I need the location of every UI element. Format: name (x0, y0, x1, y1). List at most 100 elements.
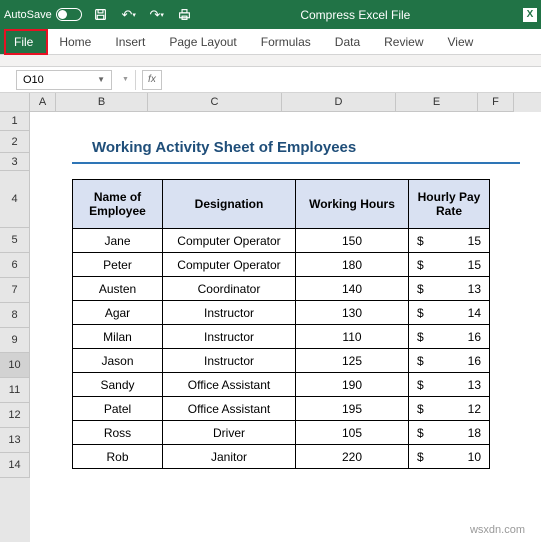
cell-designation[interactable]: Instructor (163, 301, 296, 325)
file-tab[interactable]: File (0, 29, 47, 54)
col-header-b[interactable]: B (56, 93, 148, 112)
name-box[interactable]: O10 ▼ (16, 70, 112, 90)
undo-icon[interactable]: ↶▾ (120, 6, 138, 24)
cell-designation[interactable]: Janitor (163, 445, 296, 469)
dropdown-icon[interactable]: ▼ (97, 75, 105, 84)
select-all-corner[interactable] (0, 93, 30, 112)
table-row[interactable]: AgarInstructor130$14 (73, 301, 490, 325)
row-header[interactable]: 13 (0, 428, 30, 453)
col-header-e[interactable]: E (396, 93, 478, 112)
fx-icon[interactable]: fx (142, 70, 162, 90)
quick-access-toolbar: ↶▾ ↷▾ (92, 6, 194, 24)
table-row[interactable]: JasonInstructor125$16 (73, 349, 490, 373)
row-header[interactable]: 1 (0, 112, 30, 131)
row-header[interactable]: 4 (0, 171, 30, 228)
th-rate: Hourly Pay Rate (409, 180, 490, 229)
cell-name[interactable]: Jane (73, 229, 163, 253)
table-row[interactable]: AustenCoordinator140$13 (73, 277, 490, 301)
table-row[interactable]: RossDriver105$18 (73, 421, 490, 445)
col-header-c[interactable]: C (148, 93, 282, 112)
cell-rate[interactable]: $10 (409, 445, 490, 469)
cell-rate[interactable]: $13 (409, 277, 490, 301)
toggle-switch-icon[interactable] (56, 8, 82, 21)
employee-table: Name of Employee Designation Working Hou… (72, 179, 490, 469)
row-header[interactable]: 11 (0, 378, 30, 403)
cell-name[interactable]: Peter (73, 253, 163, 277)
cell-designation[interactable]: Instructor (163, 349, 296, 373)
title-underline (72, 162, 520, 164)
grid-area[interactable]: Working Activity Sheet of Employees Name… (30, 112, 541, 542)
save-icon[interactable] (92, 6, 110, 24)
home-tab[interactable]: Home (47, 29, 103, 54)
cell-name[interactable]: Agar (73, 301, 163, 325)
table-row[interactable]: PeterComputer Operator180$15 (73, 253, 490, 277)
row-header[interactable]: 6 (0, 253, 30, 278)
cell-rate[interactable]: $14 (409, 301, 490, 325)
cell-hours[interactable]: 130 (296, 301, 409, 325)
cell-hours[interactable]: 195 (296, 397, 409, 421)
row-header[interactable]: 9 (0, 328, 30, 353)
cell-designation[interactable]: Computer Operator (163, 253, 296, 277)
separator (135, 70, 136, 90)
col-header-a[interactable]: A (30, 93, 56, 112)
row-header[interactable]: 5 (0, 228, 30, 253)
row-header[interactable]: 14 (0, 453, 30, 478)
table-row[interactable]: PatelOffice Assistant195$12 (73, 397, 490, 421)
view-tab[interactable]: View (436, 29, 486, 54)
cell-hours[interactable]: 140 (296, 277, 409, 301)
cell-hours[interactable]: 110 (296, 325, 409, 349)
col-header-f[interactable]: F (478, 93, 514, 112)
cell-rate[interactable]: $15 (409, 253, 490, 277)
cell-hours[interactable]: 105 (296, 421, 409, 445)
cell-rate[interactable]: $18 (409, 421, 490, 445)
table-row[interactable]: MilanInstructor110$16 (73, 325, 490, 349)
row-header[interactable]: 7 (0, 278, 30, 303)
redo-icon[interactable]: ↷▾ (148, 6, 166, 24)
cell-name[interactable]: Jason (73, 349, 163, 373)
cell-hours[interactable]: 220 (296, 445, 409, 469)
cell-name[interactable]: Patel (73, 397, 163, 421)
cell-designation[interactable]: Office Assistant (163, 373, 296, 397)
row-header[interactable]: 12 (0, 403, 30, 428)
cell-designation[interactable]: Computer Operator (163, 229, 296, 253)
autosave-label: AutoSave (4, 9, 52, 21)
table-row[interactable]: JaneComputer Operator150$15 (73, 229, 490, 253)
table-row[interactable]: RobJanitor220$10 (73, 445, 490, 469)
data-tab[interactable]: Data (323, 29, 372, 54)
cell-designation[interactable]: Instructor (163, 325, 296, 349)
cell-hours[interactable]: 180 (296, 253, 409, 277)
row-header[interactable]: 8 (0, 303, 30, 328)
row-header[interactable]: 3 (0, 153, 30, 171)
formulas-tab[interactable]: Formulas (249, 29, 323, 54)
cell-rate[interactable]: $16 (409, 325, 490, 349)
cell-name[interactable]: Ross (73, 421, 163, 445)
cell-designation[interactable]: Driver (163, 421, 296, 445)
chevron-down-icon[interactable]: ▼ (122, 76, 129, 83)
column-headers: A B C D E F (0, 93, 541, 112)
cell-hours[interactable]: 150 (296, 229, 409, 253)
col-header-d[interactable]: D (282, 93, 396, 112)
insert-tab[interactable]: Insert (103, 29, 157, 54)
formula-bar[interactable] (162, 70, 541, 90)
cell-name[interactable]: Austen (73, 277, 163, 301)
th-name: Name of Employee (73, 180, 163, 229)
cell-rate[interactable]: $12 (409, 397, 490, 421)
review-tab[interactable]: Review (372, 29, 435, 54)
cell-rate[interactable]: $13 (409, 373, 490, 397)
th-hours: Working Hours (296, 180, 409, 229)
page-layout-tab[interactable]: Page Layout (157, 29, 248, 54)
cell-rate[interactable]: $16 (409, 349, 490, 373)
cell-designation[interactable]: Coordinator (163, 277, 296, 301)
table-row[interactable]: SandyOffice Assistant190$13 (73, 373, 490, 397)
row-header[interactable]: 10 (0, 353, 30, 378)
cell-designation[interactable]: Office Assistant (163, 397, 296, 421)
cell-hours[interactable]: 190 (296, 373, 409, 397)
cell-rate[interactable]: $15 (409, 229, 490, 253)
cell-hours[interactable]: 125 (296, 349, 409, 373)
quickprint-icon[interactable] (176, 6, 194, 24)
row-header[interactable]: 2 (0, 131, 30, 153)
autosave-toggle[interactable]: AutoSave (4, 8, 82, 21)
cell-name[interactable]: Milan (73, 325, 163, 349)
cell-name[interactable]: Sandy (73, 373, 163, 397)
cell-name[interactable]: Rob (73, 445, 163, 469)
